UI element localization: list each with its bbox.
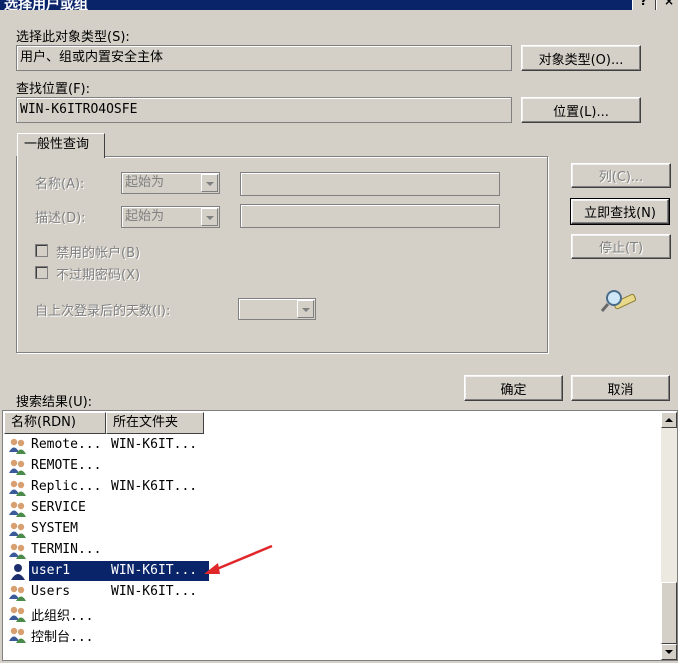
group-icon bbox=[9, 585, 26, 601]
table-row[interactable]: Replic... WIN-K6IT... bbox=[7, 477, 657, 498]
name-operator-select[interactable]: 起始为 bbox=[121, 172, 220, 194]
cell-folder: WIN-K6IT... bbox=[111, 437, 198, 452]
group-icon bbox=[9, 606, 26, 622]
table-row[interactable]: Users WIN-K6IT... bbox=[7, 582, 657, 603]
group-icon bbox=[9, 501, 26, 517]
window-title: 选择用户或组 bbox=[4, 0, 88, 10]
group-icon bbox=[9, 627, 26, 643]
table-row[interactable]: TERMIN... bbox=[7, 540, 657, 561]
arrow-down-icon bbox=[665, 650, 673, 654]
ok-button[interactable]: 确定 bbox=[464, 375, 563, 401]
table-row[interactable]: 控制台... bbox=[7, 624, 657, 645]
description-operator-select[interactable]: 起始为 bbox=[121, 206, 220, 228]
cell-name: REMOTE... bbox=[31, 458, 102, 473]
tab-common-queries[interactable]: 一般性查询 bbox=[17, 133, 105, 158]
stop-button[interactable]: 停止(T) bbox=[571, 234, 671, 259]
disabled-accounts-label: 禁用的帐户(B) bbox=[56, 246, 141, 261]
vertical-scrollbar[interactable] bbox=[661, 412, 677, 660]
chevron-down-icon bbox=[201, 208, 218, 226]
search-results-list[interactable]: 名称(RDN) 所在文件夹 Remote... WIN-K6IT... REMOTE… bbox=[2, 410, 678, 661]
scroll-up-button[interactable] bbox=[661, 412, 677, 428]
close-button[interactable]: × bbox=[656, 0, 678, 10]
columns-button[interactable]: 列(C)... bbox=[571, 163, 671, 188]
cell-folder: WIN-K6IT... bbox=[111, 584, 198, 599]
disabled-accounts-checkbox[interactable] bbox=[35, 244, 48, 257]
table-row[interactable]: 此组织... bbox=[7, 603, 657, 624]
object-type-label: 选择此对象类型(S): bbox=[16, 30, 130, 45]
scroll-thumb[interactable] bbox=[661, 582, 677, 644]
group-icon bbox=[9, 543, 26, 559]
chevron-down-icon bbox=[201, 174, 218, 192]
group-icon bbox=[9, 522, 26, 538]
help-button[interactable]: ? bbox=[632, 0, 656, 10]
cell-name: Remote... bbox=[31, 437, 102, 452]
cell-name: SYSTEM bbox=[31, 521, 78, 536]
cancel-button[interactable]: 取消 bbox=[571, 375, 670, 401]
object-types-button[interactable]: 对象类型(O)... bbox=[521, 45, 641, 71]
cell-name: 此组织... bbox=[31, 609, 94, 624]
cell-name: user1 bbox=[31, 563, 71, 578]
scroll-down-button[interactable] bbox=[661, 644, 677, 660]
find-now-button[interactable]: 立即查找(N) bbox=[570, 198, 670, 225]
non-expiring-password-checkbox[interactable] bbox=[35, 266, 48, 279]
search-results-label: 搜索结果(U): bbox=[16, 395, 93, 410]
table-row[interactable]: Remote... WIN-K6IT... bbox=[7, 435, 657, 456]
description-operator-value: 起始为 bbox=[125, 209, 165, 224]
table-row[interactable]: REMOTE... bbox=[7, 456, 657, 477]
cell-folder: WIN-K6IT... bbox=[111, 479, 198, 494]
cell-name: TERMIN... bbox=[31, 542, 102, 557]
cell-name: Replic... bbox=[31, 479, 102, 494]
cell-folder: WIN-K6IT... bbox=[111, 563, 198, 578]
column-header-name[interactable]: 名称(RDN) bbox=[4, 412, 106, 434]
description-label: 描述(D): bbox=[35, 211, 86, 226]
object-type-field: 用户、组或内置安全主体 bbox=[16, 45, 512, 71]
cell-name: Users bbox=[31, 584, 71, 599]
title-bar: 选择用户或组 ? × bbox=[0, 0, 678, 10]
table-row[interactable]: user1 WIN-K6IT... bbox=[7, 561, 657, 582]
search-magnifier-icon bbox=[600, 290, 637, 312]
annotation-arrow-icon bbox=[204, 544, 273, 574]
description-input[interactable] bbox=[240, 204, 500, 228]
table-row[interactable]: SYSTEM bbox=[7, 519, 657, 540]
cell-name: SERVICE bbox=[31, 500, 86, 515]
name-operator-value: 起始为 bbox=[125, 175, 165, 190]
name-label: 名称(A): bbox=[35, 177, 85, 192]
group-icon bbox=[9, 459, 26, 475]
days-since-logon-label: 自上次登录后的天数(I): bbox=[35, 304, 171, 319]
location-label: 查找位置(F): bbox=[16, 82, 91, 97]
chevron-down-icon bbox=[297, 300, 314, 318]
non-expiring-password-label: 不过期密码(X) bbox=[56, 268, 141, 283]
location-field: WIN-K6ITRO4OSFE bbox=[16, 97, 512, 123]
arrow-up-icon bbox=[665, 418, 673, 422]
table-row[interactable]: SERVICE bbox=[7, 498, 657, 519]
user-icon bbox=[11, 564, 25, 580]
question-icon: ? bbox=[640, 0, 647, 8]
close-icon: × bbox=[664, 0, 675, 8]
locations-button[interactable]: 位置(L)... bbox=[521, 97, 641, 123]
name-input[interactable] bbox=[240, 172, 500, 196]
cell-name: 控制台... bbox=[31, 630, 94, 645]
group-icon bbox=[9, 438, 26, 454]
column-header-folder[interactable]: 所在文件夹 bbox=[106, 412, 204, 434]
group-icon bbox=[9, 480, 26, 496]
days-since-logon-select[interactable] bbox=[238, 298, 316, 320]
